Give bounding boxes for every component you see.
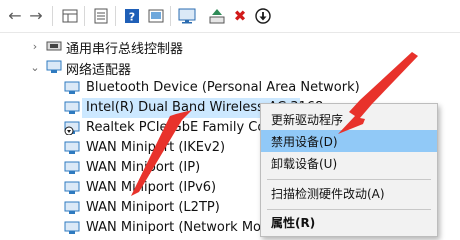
forward-button[interactable]: →	[27, 7, 45, 25]
uninstall-x-icon: ✖	[233, 6, 247, 25]
network-adapter-icon	[64, 141, 80, 154]
properties-button[interactable]	[61, 7, 79, 25]
tree-label: WAN Miniport (IKEv2)	[86, 140, 226, 155]
tree-label: WAN Miniport (IP)	[86, 160, 201, 175]
tree-label: 通用串行总线控制器	[66, 42, 184, 57]
toolbar-separator	[52, 6, 53, 26]
network-adapter-icon	[64, 101, 80, 114]
monitor-scan-icon	[178, 8, 196, 24]
toolbar-separator	[84, 6, 85, 26]
device-console-icon	[148, 9, 164, 23]
tree-category-usb-controllers[interactable]: › 通用串行总线控制器	[0, 36, 460, 58]
menu-item-update-driver[interactable]: 更新驱动程序	[261, 108, 437, 130]
scan-button[interactable]	[178, 7, 196, 25]
document-button[interactable]	[92, 7, 110, 25]
network-adapter-icon	[64, 181, 80, 194]
context-menu: 更新驱动程序 禁用设备(D) 卸载设备(U) 扫描检测硬件改动(A) 属性(R)	[260, 103, 438, 237]
menu-item-scan-hardware[interactable]: 扫描检测硬件改动(A)	[261, 182, 437, 204]
tree-category-network-adapters[interactable]: ⌄ 网络适配器	[0, 57, 460, 78]
menu-separator	[267, 179, 431, 180]
menu-item-label: 扫描检测硬件改动(A)	[271, 187, 385, 201]
tree-label: Bluetooth Device (Personal Area Network)	[86, 80, 360, 95]
download-circle-icon	[255, 8, 271, 24]
menu-item-uninstall-device[interactable]: 卸载设备(U)	[261, 152, 437, 174]
menu-item-label: 更新驱动程序	[271, 113, 344, 127]
menu-item-properties[interactable]: 属性(R)	[261, 211, 437, 233]
console-button[interactable]	[147, 7, 165, 25]
tree-label: WAN Miniport (IPv6)	[86, 180, 217, 195]
tree-label: 网络适配器	[66, 63, 132, 78]
chevron-down-icon[interactable]: ⌄	[28, 60, 42, 74]
uninstall-button[interactable]: ✖	[231, 7, 249, 25]
back-button[interactable]: ←	[6, 7, 24, 25]
toolbar-separator	[170, 6, 171, 26]
network-adapter-icon	[64, 201, 80, 214]
menu-item-disable-device[interactable]: 禁用设备(D)	[261, 130, 437, 152]
network-adapter-download-icon	[64, 121, 80, 135]
network-adapter-icon	[64, 221, 80, 234]
update-driver-button[interactable]	[208, 7, 226, 25]
toolbar: ← → ? ✖	[0, 0, 460, 33]
toolbar-separator	[115, 6, 116, 26]
download-button[interactable]	[254, 7, 272, 25]
network-adapter-icon	[64, 81, 80, 94]
usb-controller-icon	[46, 41, 62, 51]
tree-item[interactable]: Bluetooth Device (Personal Area Network)	[0, 78, 460, 98]
network-adapter-icon	[64, 161, 80, 174]
back-arrow-icon: ←	[8, 6, 22, 25]
properties-grid-icon	[62, 9, 78, 23]
help-button[interactable]: ?	[123, 7, 141, 25]
svg-text:?: ?	[129, 11, 135, 24]
tree-label: WAN Miniport (L2TP)	[86, 200, 220, 215]
help-icon: ?	[125, 9, 139, 24]
document-list-icon	[94, 8, 108, 24]
network-adapter-icon	[46, 60, 62, 73]
update-driver-icon	[209, 9, 225, 24]
chevron-right-icon[interactable]: ›	[28, 39, 42, 53]
menu-separator	[267, 209, 431, 210]
menu-item-label: 属性(R)	[271, 216, 316, 230]
menu-item-label: 禁用设备(D)	[271, 135, 338, 149]
menu-item-label: 卸载设备(U)	[271, 157, 338, 171]
forward-arrow-icon: →	[29, 6, 43, 25]
